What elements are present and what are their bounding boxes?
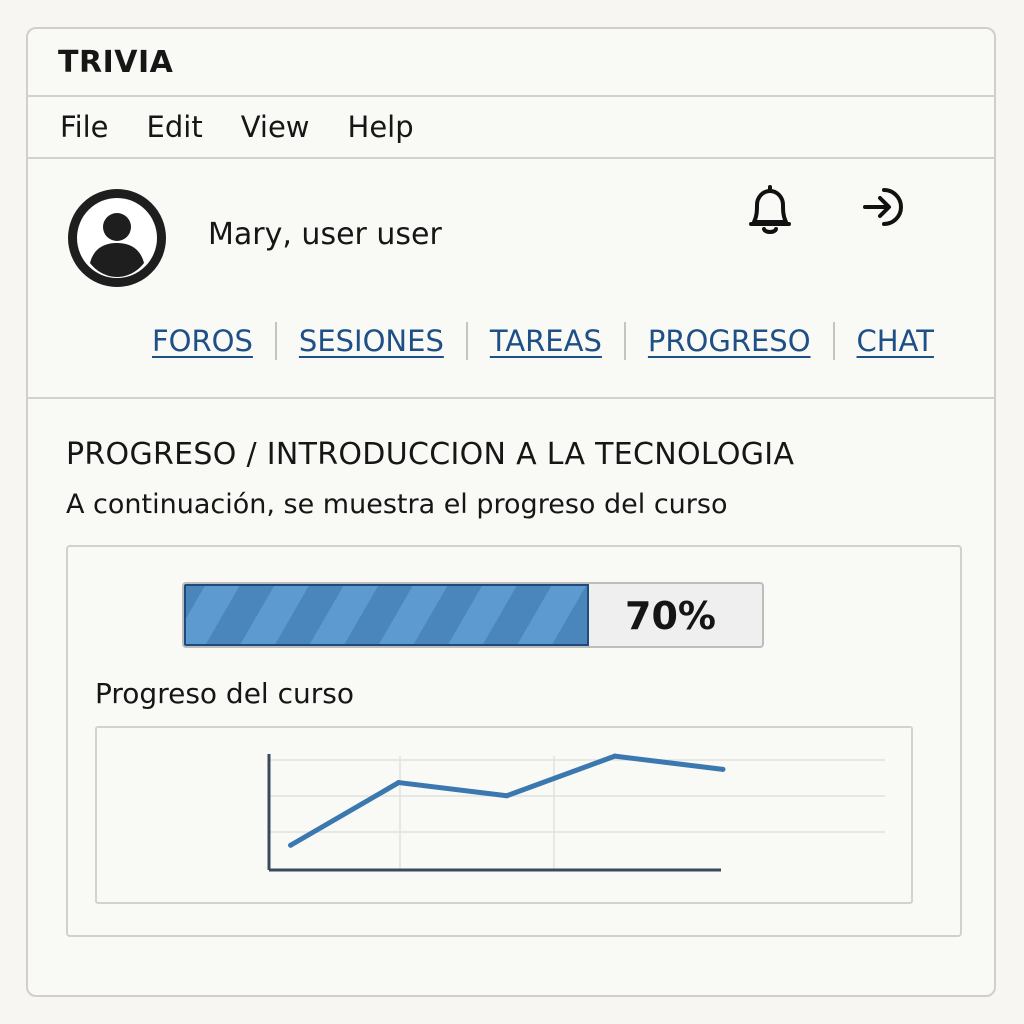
- progress-percentage: 70%: [625, 594, 716, 638]
- nav-foros[interactable]: FOROS: [152, 324, 253, 358]
- app-title: TRIVIA: [58, 44, 174, 80]
- course-nav: FOROS SESIONES TAREAS PROGRESO CHAT: [152, 322, 934, 360]
- user-name: Mary, user user: [208, 217, 442, 252]
- progress-panel: 70% Progreso del curso: [66, 545, 962, 937]
- progress-chart: [95, 726, 913, 904]
- progress-bar: 70%: [182, 582, 764, 648]
- data-point: [504, 793, 510, 799]
- data-point: [612, 753, 618, 759]
- menu-help[interactable]: Help: [348, 110, 414, 144]
- nav-progreso[interactable]: PROGRESO: [648, 324, 811, 358]
- data-point: [396, 780, 402, 786]
- progress-bar-fill: [184, 584, 589, 646]
- nav-divider: [274, 322, 277, 360]
- menu-bar: File Edit View Help: [28, 97, 994, 159]
- nav-sesiones[interactable]: SESIONES: [299, 324, 444, 358]
- menu-view[interactable]: View: [241, 110, 310, 144]
- page-title: PROGRESO / INTRODUCCION A LA TECNOLOGIA: [66, 437, 795, 472]
- line-chart: [267, 753, 885, 872]
- nav-divider: [465, 322, 468, 360]
- logout-icon[interactable]: [859, 182, 909, 236]
- nav-divider: [623, 322, 626, 360]
- title-bar: TRIVIA: [28, 29, 994, 97]
- app-window: TRIVIA File Edit View Help Mary, user us…: [26, 27, 996, 997]
- user-header: Mary, user user FOROS SESIONES TAREAS PR…: [28, 159, 994, 399]
- chart-title: Progreso del curso: [95, 677, 354, 710]
- nav-divider: [832, 322, 835, 360]
- menu-file[interactable]: File: [60, 110, 109, 144]
- page-subtitle: A continuación, se muestra el progreso d…: [66, 489, 728, 520]
- data-point: [720, 766, 726, 772]
- menu-edit[interactable]: Edit: [147, 110, 203, 144]
- data-point: [288, 842, 294, 848]
- nav-tareas[interactable]: TAREAS: [490, 324, 602, 358]
- nav-chat[interactable]: CHAT: [857, 324, 934, 358]
- user-avatar-icon[interactable]: [68, 189, 166, 287]
